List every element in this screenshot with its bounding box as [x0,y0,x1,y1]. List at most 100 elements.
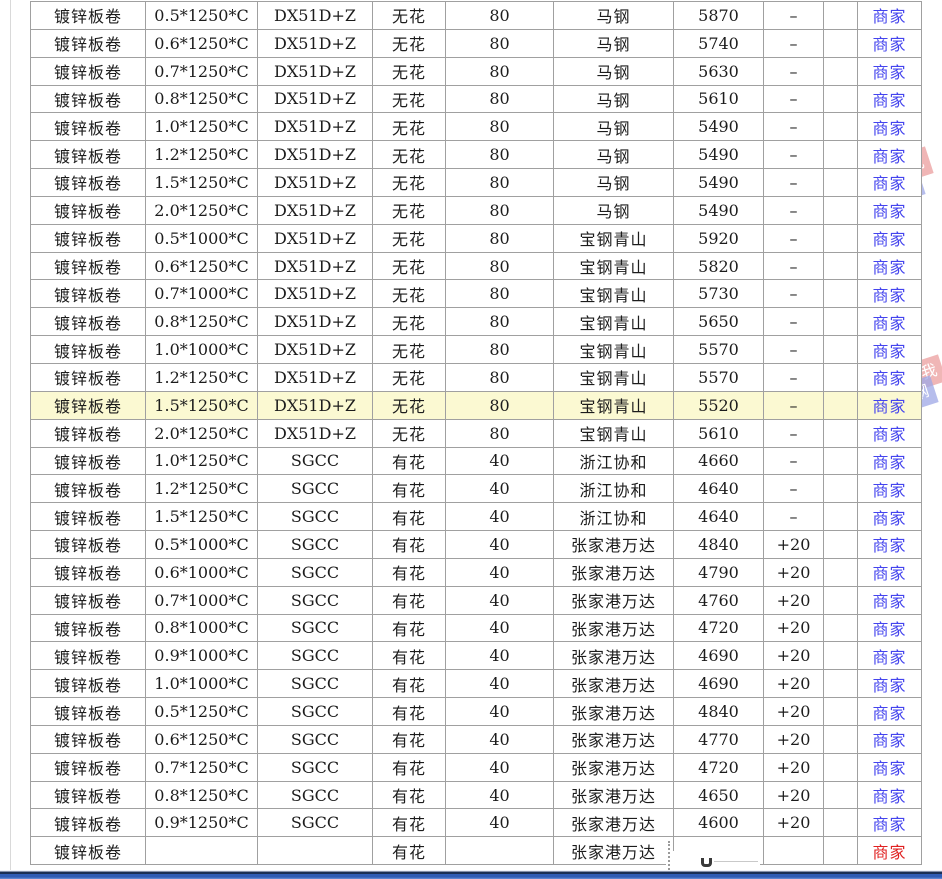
merchant-link[interactable]: 商家 [872,202,906,221]
merchant-link[interactable]: 商家 [872,536,906,555]
cell-change: +20 [764,531,824,559]
cell-link: 商家 [858,252,922,280]
merchant-link[interactable]: 商家 [872,843,906,862]
cell-price: 5570 [674,363,764,391]
cell-surface: 有花 [373,725,446,753]
cell-surface: 有花 [373,475,446,503]
cell-material: DX51D+Z [258,224,373,252]
cell-mill: 马钢 [554,141,674,169]
cell-spec: 0.7*1250*C [146,753,258,781]
cell-spec: 0.6*1250*C [146,725,258,753]
cell-mill: 宝钢青山 [554,308,674,336]
merchant-link[interactable]: 商家 [872,258,906,277]
steel-price-table: 镀锌板卷0.5*1250*CDX51D+Z无花80马钢5870–商家镀锌板卷0.… [30,1,922,865]
cell-extra [824,531,858,559]
cell-price: 5820 [674,252,764,280]
merchant-link[interactable]: 商家 [872,91,906,110]
table-row: 镀锌板卷0.9*1250*CSGCC有花40张家港万达4600+20商家 [31,809,922,837]
cell-extra [824,503,858,531]
cell-price: 5490 [674,169,764,197]
cell-link: 商家 [858,447,922,475]
merchant-link[interactable]: 商家 [872,286,906,305]
cell-spec: 0.8*1250*C [146,308,258,336]
cell-change: – [764,475,824,503]
merchant-link[interactable]: 商家 [872,509,906,528]
cell-link: 商家 [858,280,922,308]
cell-price: 5730 [674,280,764,308]
cell-mill: 马钢 [554,85,674,113]
merchant-link[interactable]: 商家 [872,342,906,361]
cell-surface: 无花 [373,29,446,57]
merchant-link[interactable]: 商家 [872,731,906,750]
merchant-link[interactable]: 商家 [872,7,906,26]
merchant-link[interactable]: 商家 [872,676,906,695]
merchant-link[interactable]: 商家 [872,704,906,723]
merchant-link[interactable]: 商家 [872,314,906,333]
cell-link: 商家 [858,642,922,670]
merchant-link[interactable]: 商家 [872,63,906,82]
cell-mill: 马钢 [554,2,674,30]
cell-change: – [764,85,824,113]
cell-extra [824,85,858,113]
table-row: 镀锌板卷0.7*1250*CSGCC有花40张家港万达4720+20商家 [31,753,922,781]
cell-zinc: 40 [446,809,554,837]
merchant-link[interactable]: 商家 [872,35,906,54]
merchant-link[interactable]: 商家 [872,453,906,472]
cell-zinc: 40 [446,475,554,503]
cell-change: +20 [764,781,824,809]
table-row-partial: 镀锌板卷有花张家港万达商家 [31,837,922,865]
merchant-link[interactable]: 商家 [872,369,906,388]
merchant-link[interactable]: 商家 [872,230,906,249]
cell-zinc: 80 [446,113,554,141]
cell-product: 镀锌板卷 [31,141,146,169]
merchant-link[interactable]: 商家 [872,425,906,444]
merchant-link[interactable]: 商家 [872,620,906,639]
cell-zinc: 40 [446,670,554,698]
cell-surface: 无花 [373,363,446,391]
cell-spec: 1.0*1250*C [146,113,258,141]
floating-overlay-drag-handle[interactable] [668,841,670,873]
cell-surface: 无花 [373,169,446,197]
merchant-link[interactable]: 商家 [872,787,906,806]
merchant-link[interactable]: 商家 [872,648,906,667]
cell-link: 商家 [858,57,922,85]
cell-price: 4760 [674,586,764,614]
cell-mill: 宝钢青山 [554,252,674,280]
table-row: 镀锌板卷0.5*1250*CDX51D+Z无花80马钢5870–商家 [31,2,922,30]
merchant-link[interactable]: 商家 [872,592,906,611]
cell-spec: 2.0*1250*C [146,419,258,447]
cell-material: SGCC [258,586,373,614]
cell-extra [824,558,858,586]
merchant-link[interactable]: 商家 [872,815,906,834]
cell-zinc: 40 [446,753,554,781]
merchant-link[interactable]: 商家 [872,119,906,138]
cell-link: 商家 [858,336,922,364]
cell-price: 5870 [674,2,764,30]
merchant-link[interactable]: 商家 [872,174,906,193]
bottom-window-edge [0,870,942,879]
merchant-link[interactable]: 商家 [872,481,906,500]
cell-extra [824,224,858,252]
cell-spec: 0.5*1000*C [146,531,258,559]
cell-change: – [764,447,824,475]
cell-change: – [764,57,824,85]
merchant-link[interactable]: 商家 [872,759,906,778]
cell-link: 商家 [858,558,922,586]
cell-zinc: 80 [446,363,554,391]
merchant-link[interactable]: 商家 [872,564,906,583]
cell-surface: 无花 [373,196,446,224]
cell-link: 商家 [858,586,922,614]
cell-spec: 1.5*1250*C [146,169,258,197]
cell-material: SGCC [258,670,373,698]
cell-product: 镀锌板卷 [31,503,146,531]
merchant-link[interactable]: 商家 [872,397,906,416]
cell-mill: 张家港万达 [554,558,674,586]
cell-product: 镀锌板卷 [31,447,146,475]
cell-link: 商家 [858,196,922,224]
table-row: 镀锌板卷0.9*1000*CSGCC有花40张家港万达4690+20商家 [31,642,922,670]
cell-change [764,837,824,865]
cell-extra [824,57,858,85]
merchant-link[interactable]: 商家 [872,147,906,166]
table-row: 镀锌板卷0.7*1250*CDX51D+Z无花80马钢5630–商家 [31,57,922,85]
cell-zinc: 80 [446,224,554,252]
